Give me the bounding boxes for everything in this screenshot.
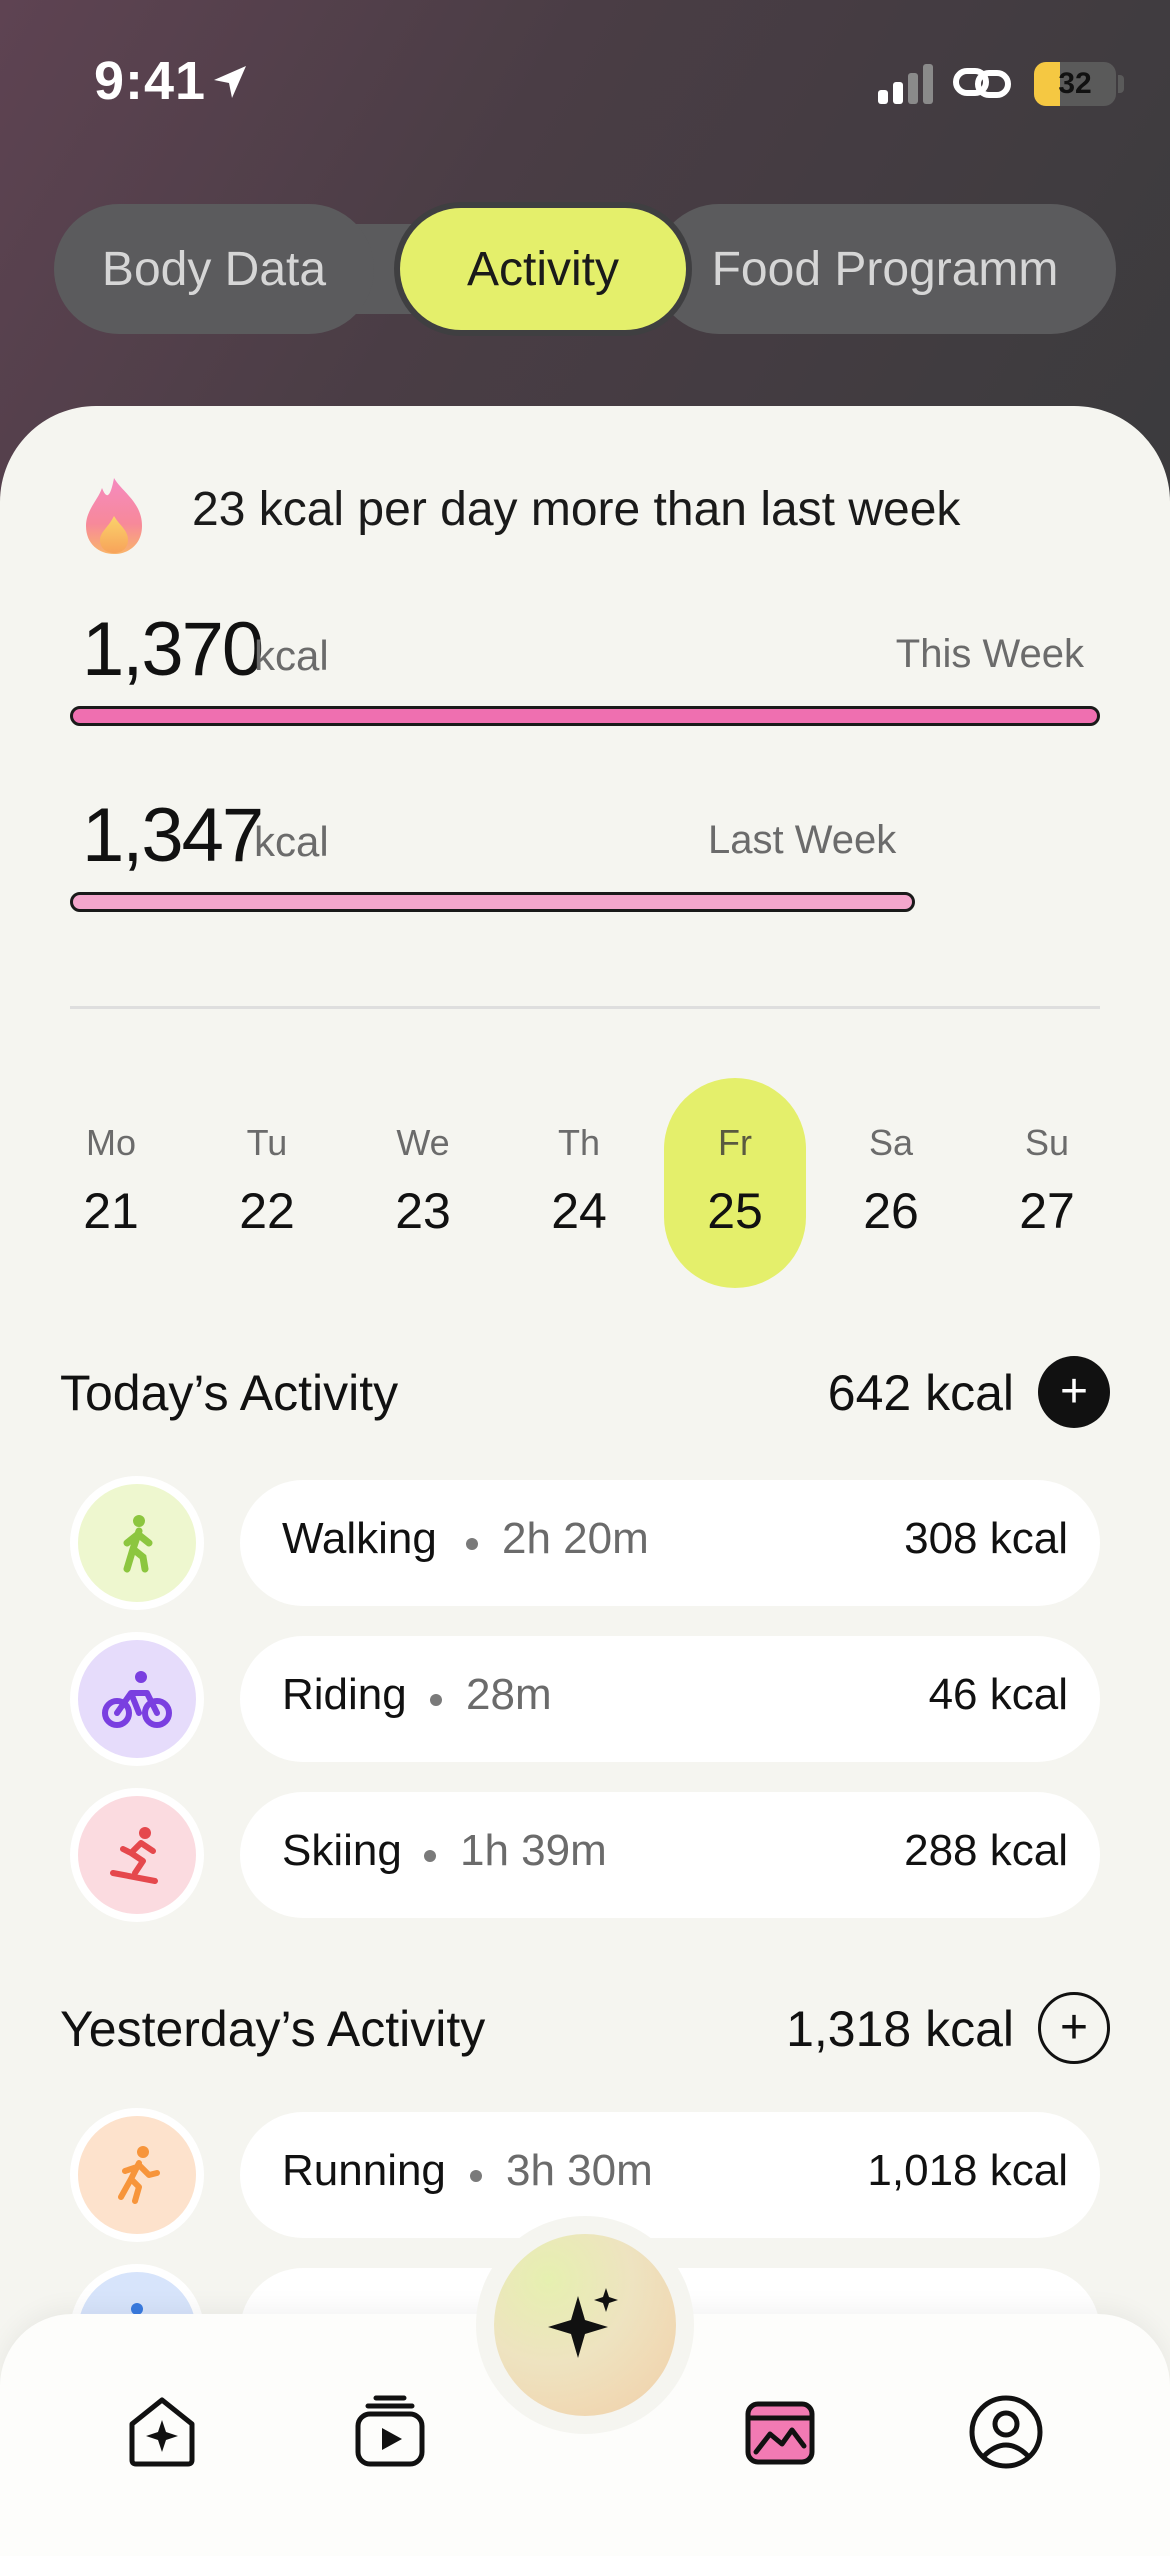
this-week-label: This Week: [895, 632, 1084, 676]
calendar-day[interactable]: Su 27: [976, 1078, 1118, 1288]
activity-name: Running: [282, 2146, 446, 2195]
location-arrow-icon: [214, 66, 246, 98]
activity-row-skiing[interactable]: Skiing 1h 39m 288 kcal: [70, 1788, 1100, 1922]
day-number: 26: [863, 1183, 919, 1239]
status-bar: 9:41 32: [0, 0, 1170, 160]
running-icon: [118, 2146, 160, 2204]
today-activity-total: 642 kcal: [827, 1365, 1014, 1421]
personal-hotspot-icon: [953, 68, 1011, 98]
this-week-value: 1,370: [82, 607, 264, 692]
day-number: 22: [239, 1183, 295, 1239]
add-yesterday-activity-button[interactable]: +: [1038, 1992, 1110, 2064]
segment-tabs: Body Data Food Programm Activity: [54, 204, 1116, 334]
this-week-bar: [70, 706, 1100, 726]
battery-percent: 32: [1058, 67, 1092, 100]
day-of-week: Fr: [718, 1122, 752, 1163]
tab-body-data[interactable]: Body Data: [54, 204, 374, 334]
activity-icon-badge: [70, 1632, 204, 1766]
cellular-signal-icon: [878, 64, 933, 104]
last-week-bar: [70, 892, 915, 912]
week-calendar: Mo 21 Tu 22 We 23 Th 24 Fr 25 Sa 26 Su 2…: [40, 1078, 1130, 1288]
calendar-day[interactable]: Mo 21: [40, 1078, 182, 1288]
battery-tip: [1118, 75, 1124, 93]
day-of-week: Su: [1024, 1122, 1070, 1163]
home-icon[interactable]: [124, 2394, 200, 2470]
play-icon[interactable]: [352, 2394, 428, 2470]
add-today-activity-button[interactable]: +: [1038, 1356, 1110, 1428]
separator-dot: [470, 2170, 482, 2182]
day-number: 21: [83, 1183, 139, 1239]
day-of-week: Mo: [85, 1122, 136, 1163]
calendar-day[interactable]: Tu 22: [196, 1078, 338, 1288]
tab-food-programm[interactable]: Food Programm: [654, 204, 1116, 334]
profile-icon[interactable]: [968, 2394, 1044, 2470]
activity-name: Skiing: [282, 1826, 402, 1875]
activity-kcal: 46 kcal: [928, 1670, 1068, 1719]
sparkle-icon: [548, 2288, 618, 2358]
activity-duration: 1h 39m: [460, 1826, 607, 1875]
activity-duration: 28m: [466, 1670, 552, 1719]
last-week-label: Last Week: [708, 818, 897, 862]
activity-kcal: 308 kcal: [904, 1514, 1068, 1563]
separator-dot: [466, 1538, 478, 1550]
day-of-week: We: [396, 1122, 450, 1163]
calendar-day[interactable]: Sa 26: [820, 1078, 962, 1288]
activity-duration: 2h 20m: [502, 1514, 649, 1563]
last-week-unit: kcal: [254, 818, 329, 865]
day-of-week: Tu: [246, 1122, 288, 1163]
weekly-comparison-headline: 23 kcal per day more than last week: [192, 483, 961, 536]
tab-activity[interactable]: Activity: [400, 208, 686, 330]
activity-row-walking[interactable]: Walking 2h 20m 308 kcal: [70, 1476, 1100, 1610]
calendar-day-selected[interactable]: Fr 25: [664, 1078, 806, 1288]
calendar-day[interactable]: We 23: [352, 1078, 494, 1288]
skiing-icon: [110, 1827, 158, 1884]
calendar-day[interactable]: Th 24: [508, 1078, 650, 1288]
activity-icon-badge: [70, 2108, 204, 2242]
day-number: 25: [707, 1183, 763, 1239]
bicycle-icon: [102, 1671, 172, 1728]
ai-assistant-button[interactable]: [494, 2234, 676, 2416]
separator-dot: [430, 1694, 442, 1706]
activity-row-riding[interactable]: Riding 28m 46 kcal: [70, 1632, 1100, 1766]
separator-dot: [424, 1850, 436, 1862]
battery-indicator: 32: [1034, 62, 1116, 106]
yesterday-activity-total: 1,318 kcal: [786, 2001, 1014, 2057]
activity-kcal: 1,018 kcal: [867, 2146, 1068, 2195]
day-of-week: Sa: [868, 1122, 914, 1163]
activity-icon-badge: [70, 1476, 204, 1610]
activity-icon-badge: [70, 1788, 204, 1922]
today-activity-title: Today’s Activity: [60, 1365, 399, 1421]
status-time: 9:41: [94, 51, 207, 111]
day-number: 23: [395, 1183, 451, 1239]
divider: [70, 1006, 1100, 1009]
walking-icon: [123, 1515, 153, 1573]
this-week-unit: kcal: [254, 632, 329, 679]
day-number: 27: [1019, 1183, 1075, 1239]
activity-duration: 3h 30m: [506, 2146, 653, 2195]
activity-name: Riding: [282, 1670, 407, 1719]
day-of-week: Th: [557, 1122, 600, 1163]
day-number: 24: [551, 1183, 607, 1239]
activity-name: Walking: [282, 1514, 437, 1563]
activity-kcal: 288 kcal: [904, 1826, 1068, 1875]
fire-icon: [86, 478, 142, 554]
yesterday-activity-title: Yesterday’s Activity: [60, 2001, 486, 2057]
last-week-value: 1,347: [82, 793, 264, 878]
chart-card-icon[interactable]: [742, 2394, 818, 2470]
